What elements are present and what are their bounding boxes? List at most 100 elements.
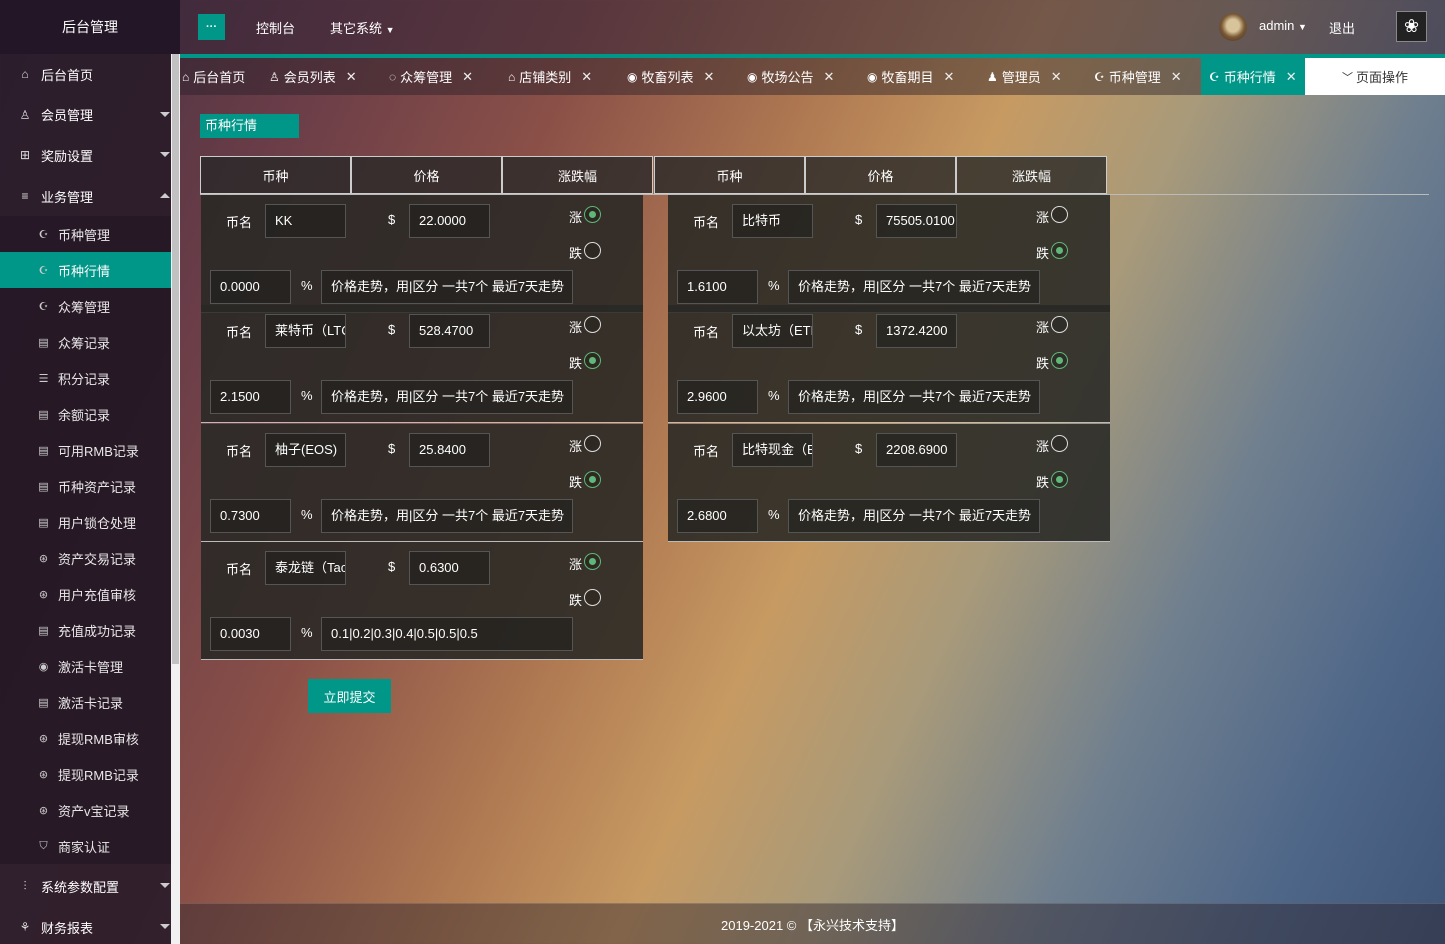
sidebar-subitem[interactable]: ☪ 众筹管理 xyxy=(0,288,180,325)
change-input[interactable]: 1.6100 xyxy=(677,270,758,304)
close-icon[interactable]: ✕ xyxy=(704,69,715,85)
trend-input[interactable]: 价格走势，用|区分 一共7个 最近7天走势 xyxy=(321,380,573,414)
sidebar-item-finance[interactable]: ⚘ 财务报表 xyxy=(0,907,180,944)
sidebar-subitem[interactable]: ☪ 币种管理 xyxy=(0,216,180,253)
trend-input[interactable]: 0.1|0.2|0.3|0.4|0.5|0.5|0.5 xyxy=(321,617,573,651)
submit-button[interactable]: 立即提交 xyxy=(308,679,391,713)
down-radio[interactable] xyxy=(584,589,601,606)
sidebar-subitem[interactable]: ▤ 余额记录 xyxy=(0,396,180,433)
trend-input[interactable]: 价格走势，用|区分 一共7个 最近7天走势 xyxy=(788,270,1040,304)
down-radio[interactable] xyxy=(584,471,601,488)
up-radio[interactable] xyxy=(584,553,601,570)
sidebar-subitem[interactable]: ▤ 用户锁仓处理 xyxy=(0,504,180,541)
trend-input[interactable]: 价格走势，用|区分 一共7个 最近7天走势 xyxy=(788,380,1040,414)
price-input[interactable]: 1372.4200 xyxy=(876,314,957,348)
app-grid-icon[interactable]: ❀ xyxy=(1396,11,1427,42)
price-input[interactable]: 75505.0100 xyxy=(876,204,957,238)
percent-label: % xyxy=(768,278,780,293)
coin-name-input[interactable]: KK xyxy=(265,204,346,238)
tab-livestock-list[interactable]: ◉ 牧畜列表 ✕ xyxy=(627,58,714,95)
sidebar-subitem-label: 众筹管理 xyxy=(58,299,111,315)
change-input[interactable]: 0.0030 xyxy=(210,617,291,651)
tab-shop-category[interactable]: ⌂ 店铺类别 ✕ xyxy=(508,58,592,95)
sidebar-subitem[interactable]: ⊛ 提现RMB审核 xyxy=(0,720,180,757)
tab-home[interactable]: ⌂ 后台首页 xyxy=(182,58,245,95)
sidebar-item-home[interactable]: ⌂ 后台首页 xyxy=(0,54,180,95)
coin-name-input[interactable]: 柚子(EOS) xyxy=(265,433,346,467)
avatar[interactable] xyxy=(1219,13,1247,41)
trend-input[interactable]: 价格走势，用|区分 一共7个 最近7天走势 xyxy=(321,499,573,533)
close-icon[interactable]: ✕ xyxy=(944,69,955,85)
close-icon[interactable]: ✕ xyxy=(581,69,592,85)
sidebar-item-system-config[interactable]: ⫶ 系统参数配置 xyxy=(0,866,180,907)
price-input[interactable]: 25.8400 xyxy=(409,433,490,467)
coin-icon: ☪ xyxy=(1209,69,1220,84)
sidebar-subitem[interactable]: ◉ 激活卡管理 xyxy=(0,648,180,685)
console-link[interactable]: 控制台 xyxy=(256,18,295,37)
up-radio[interactable] xyxy=(1051,435,1068,452)
up-radio[interactable] xyxy=(1051,206,1068,223)
change-input[interactable]: 2.6800 xyxy=(677,499,758,533)
down-radio[interactable] xyxy=(1051,352,1068,369)
up-radio[interactable] xyxy=(584,435,601,452)
sidebar-subitem[interactable]: ⊛ 资产v宝记录 xyxy=(0,792,180,829)
logout-link[interactable]: 退出 xyxy=(1329,18,1355,37)
change-input[interactable]: 0.7300 xyxy=(210,499,291,533)
down-radio[interactable] xyxy=(1051,242,1068,259)
sidebar-subitem[interactable]: ⊛ 提现RMB记录 xyxy=(0,756,180,793)
close-icon[interactable]: ✕ xyxy=(462,69,473,85)
tab-ranch-notice[interactable]: ◉ 牧场公告 ✕ xyxy=(747,58,834,95)
sidebar-subitem[interactable]: ☪ 币种行情 xyxy=(0,252,180,289)
sidebar-subitem[interactable]: ▤ 充值成功记录 xyxy=(0,612,180,649)
close-icon[interactable]: ✕ xyxy=(1051,69,1062,85)
coin-name-input[interactable]: 比特现金（B xyxy=(732,433,813,467)
change-input[interactable]: 2.9600 xyxy=(677,380,758,414)
close-icon[interactable]: ✕ xyxy=(1286,69,1297,85)
sidebar-subitem[interactable]: ▤ 可用RMB记录 xyxy=(0,432,180,469)
sidebar-subitem[interactable]: ▤ 众筹记录 xyxy=(0,324,180,361)
sidebar-item-rewards[interactable]: ⊞ 奖励设置 xyxy=(0,135,180,176)
page-operations-dropdown[interactable]: ﹀ 页面操作 xyxy=(1305,58,1445,95)
trend-input[interactable]: 价格走势，用|区分 一共7个 最近7天走势 xyxy=(321,270,573,304)
trend-input[interactable]: 价格走势，用|区分 一共7个 最近7天走势 xyxy=(788,499,1040,533)
coin-name-input[interactable]: 泰龙链（Tac xyxy=(265,551,346,585)
sidebar-scroll-thumb[interactable] xyxy=(172,54,179,664)
sidebar-subitem[interactable]: ⛉ 商家认证 xyxy=(0,828,180,865)
sidebar-item-members[interactable]: ♙ 会员管理 xyxy=(0,95,180,136)
price-input[interactable]: 0.6300 xyxy=(409,551,490,585)
coin-name-input[interactable]: 莱特币（LTC xyxy=(265,314,346,348)
up-radio[interactable] xyxy=(1051,316,1068,333)
coin-name-input[interactable]: 比特币 xyxy=(732,204,813,238)
up-radio[interactable] xyxy=(584,316,601,333)
down-radio[interactable] xyxy=(584,242,601,259)
user-menu[interactable]: admin ▼ xyxy=(1259,18,1307,33)
tab-member-list[interactable]: ♙ 会员列表 ✕ xyxy=(269,58,357,95)
footer: 2019-2021 © 【永兴技术支持】 xyxy=(180,903,1445,944)
coin-name-input[interactable]: 以太坊（ETH xyxy=(732,314,813,348)
change-input[interactable]: 0.0000 xyxy=(210,270,291,304)
down-radio[interactable] xyxy=(584,352,601,369)
tab-crowdfunding[interactable]: ◌ 众筹管理 ✕ xyxy=(389,58,473,95)
close-icon[interactable]: ✕ xyxy=(346,69,357,85)
tab-coin-management[interactable]: ☪ 币种管理 ✕ xyxy=(1094,58,1182,95)
price-input[interactable]: 22.0000 xyxy=(409,204,490,238)
tab-livestock-period[interactable]: ◉ 牧畜期目 ✕ xyxy=(867,58,954,95)
coin-name-label: 币名 xyxy=(226,444,253,459)
price-input[interactable]: 528.4700 xyxy=(409,314,490,348)
close-icon[interactable]: ✕ xyxy=(824,69,835,85)
menu-toggle-button[interactable]: ··· xyxy=(198,14,225,40)
change-input[interactable]: 2.1500 xyxy=(210,380,291,414)
sidebar-subitem[interactable]: ☰ 积分记录 xyxy=(0,360,180,397)
other-systems-dropdown[interactable]: 其它系统 ▼ xyxy=(330,18,395,37)
up-radio[interactable] xyxy=(584,206,601,223)
price-input[interactable]: 2208.6900 xyxy=(876,433,957,467)
sidebar-item-business[interactable]: ≡ 业务管理 xyxy=(0,176,180,217)
sidebar-subitem[interactable]: ▤ 激活卡记录 xyxy=(0,684,180,721)
sidebar-subitem[interactable]: ▤ 币种资产记录 xyxy=(0,468,180,505)
down-radio[interactable] xyxy=(1051,471,1068,488)
close-icon[interactable]: ✕ xyxy=(1171,69,1182,85)
sidebar-subitem[interactable]: ⊛ 资产交易记录 xyxy=(0,540,180,577)
sidebar-subitem[interactable]: ⊛ 用户充值审核 xyxy=(0,576,180,613)
tab-coin-market[interactable]: ☪ 币种行情 ✕ xyxy=(1201,58,1305,95)
tab-admin[interactable]: ♟ 管理员 ✕ xyxy=(987,58,1062,95)
